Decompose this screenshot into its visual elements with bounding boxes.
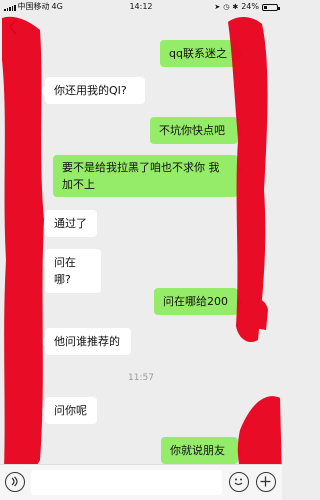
emoji-button[interactable] [229,472,249,492]
chevron-left-icon [8,19,17,35]
message-text: 你还用我的QI? [54,84,127,97]
message-text: 问在哪? [54,256,76,286]
back-button[interactable] [8,16,18,40]
message-bubble-outgoing[interactable]: 问在哪给200 [154,288,243,315]
input-bar [0,464,282,500]
alarm-icon: ◷ [223,3,230,11]
bluetooth-icon: ✱ [232,3,239,11]
message-bubble-outgoing[interactable]: 不坑你快点吧 [150,117,243,144]
voice-icon [11,476,18,487]
message-text: 通过了 [54,217,87,230]
plus-icon [260,476,271,487]
message-text: 问你呢 [54,404,87,417]
chat-area[interactable]: qq联系迷之 你还用我的QI? 不坑你快点吧 要不是给我拉黑了咱也不求你 我加不… [0,40,282,464]
message-text: 问在哪给200 [163,295,228,308]
message-text: 要不是给我拉黑了咱也不求你 我加不上 [62,161,220,191]
battery-percent: 24% [241,2,259,11]
voice-button[interactable] [5,472,25,492]
message-bubble-incoming[interactable]: 问在哪? [40,249,101,293]
message-bubble-incoming[interactable]: 他问谁推荐的 [40,328,131,355]
message-text: 你就说朋友 [170,444,225,457]
battery-icon [262,3,280,11]
message-bubble-incoming[interactable]: 问你呢 [40,397,97,424]
status-right: ➤ ◷ ✱ 24% [214,0,280,14]
message-text: 不坑你快点吧 [159,124,225,137]
message-input[interactable] [31,470,222,495]
message-text: qq联系迷之 [169,47,227,60]
status-bar: 中国移动 4G 14:12 ➤ ◷ ✱ 24% [0,0,282,14]
message-bubble-outgoing[interactable]: 你就说朋友 [161,437,243,464]
message-bubble-incoming[interactable]: 你还用我的QI? [40,77,145,104]
message-text: 他问谁推荐的 [54,335,120,348]
emoji-icon [234,478,243,486]
plus-button[interactable] [256,472,276,492]
location-icon: ➤ [214,3,221,11]
message-bubble-incoming[interactable]: 通过了 [40,210,97,237]
message-bubble-outgoing[interactable]: 要不是给我拉黑了咱也不求你 我加不上 [53,155,243,197]
message-timestamp: 11:57 [128,373,154,383]
message-bubble-outgoing[interactable]: qq联系迷之 [160,40,243,67]
battery-fill [264,5,267,9]
